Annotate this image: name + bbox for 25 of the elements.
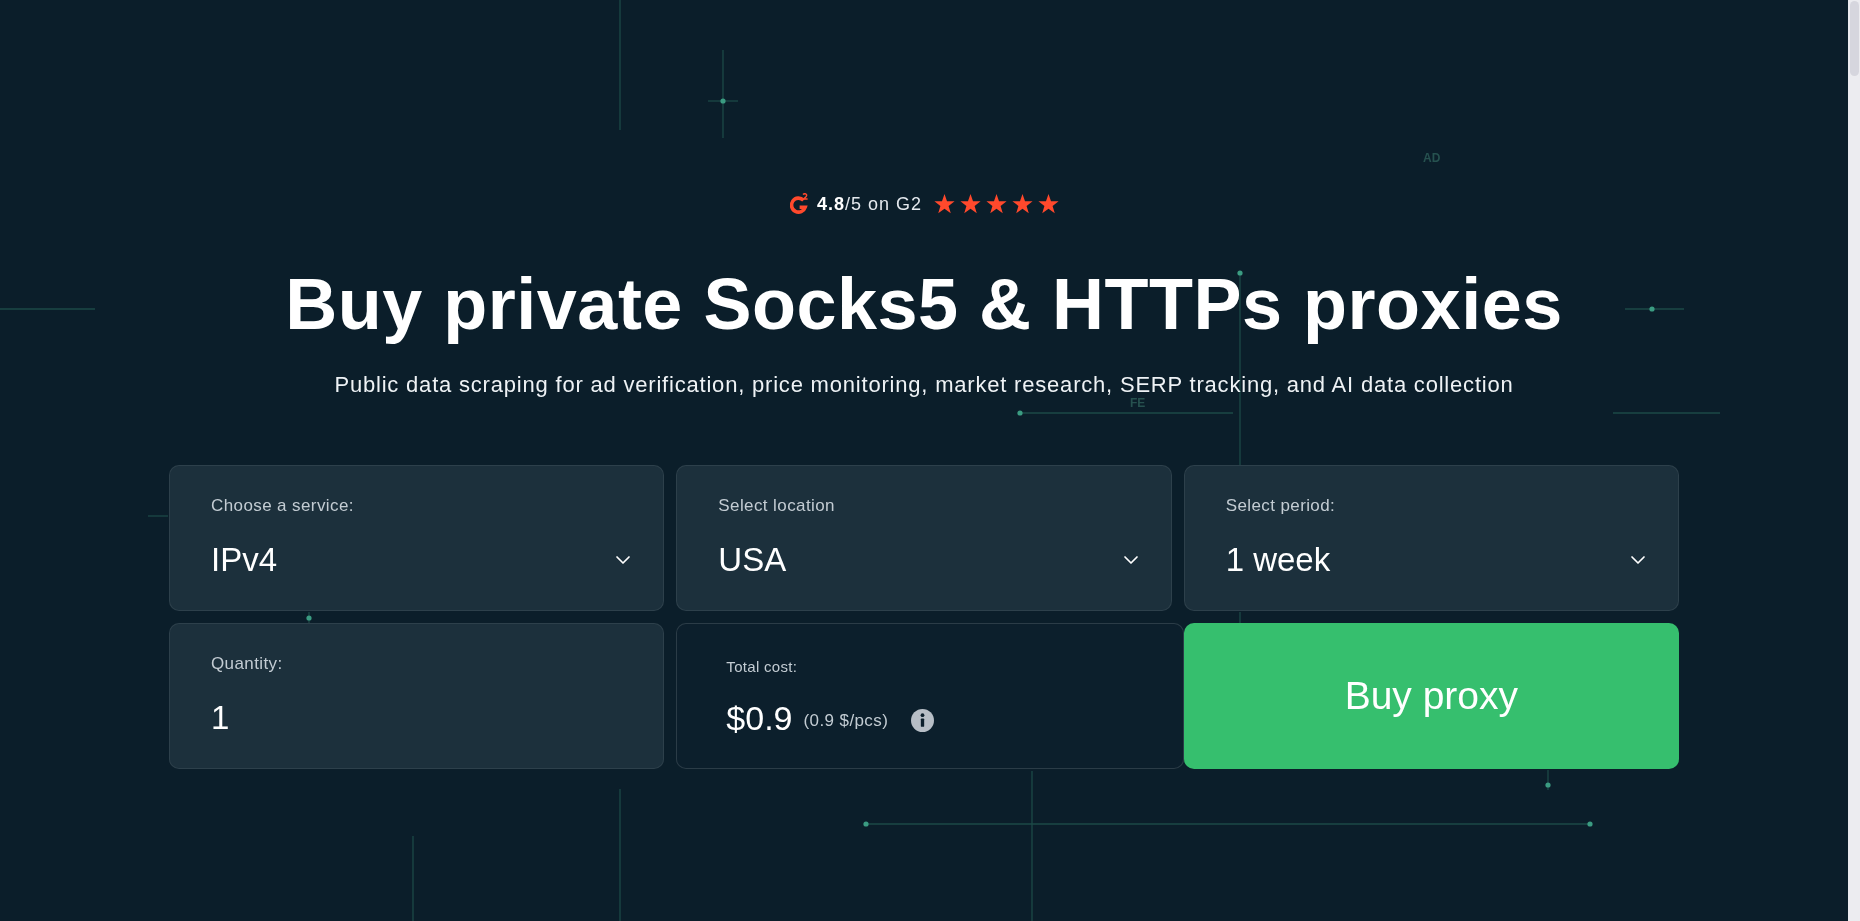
page-heading: Buy private Socks5 & HTTPs proxies xyxy=(285,263,1563,345)
select-field[interactable]: Select location USA xyxy=(676,465,1172,611)
star-icon xyxy=(1012,194,1034,214)
select-value: IPv4 xyxy=(211,540,278,580)
star-icon xyxy=(934,194,956,214)
total-cost-label: Total cost: xyxy=(726,658,798,676)
info-icon[interactable] xyxy=(911,708,935,732)
scrollbar-track[interactable] xyxy=(1848,0,1860,921)
page-subheading: Public data scraping for ad verification, price monitoring, market research, SERP tracking, and AI data collection xyxy=(334,371,1514,398)
rating-text: 4.8/5 on G2 xyxy=(816,193,923,215)
logo-icon xyxy=(788,193,809,215)
total-amount: $0.9 xyxy=(726,698,793,738)
select-field[interactable]: Choose a service: IPv4 xyxy=(169,465,665,611)
star-icon xyxy=(1038,194,1060,214)
select-value: USA xyxy=(718,540,787,580)
select-field[interactable]: Select period: 1 week xyxy=(1183,465,1679,611)
star-icon xyxy=(986,194,1008,214)
select-value: 1 week xyxy=(1225,540,1331,580)
quantity-input[interactable]: 1 xyxy=(211,698,636,738)
field-label: Quantity: xyxy=(211,654,283,674)
unit-price: (0.9 $/pcs) xyxy=(803,711,889,731)
star-icon xyxy=(960,194,982,214)
field-label: Select period: xyxy=(1225,496,1336,516)
field-label: Select location xyxy=(718,496,835,516)
field-label: Choose a service: xyxy=(211,496,354,516)
